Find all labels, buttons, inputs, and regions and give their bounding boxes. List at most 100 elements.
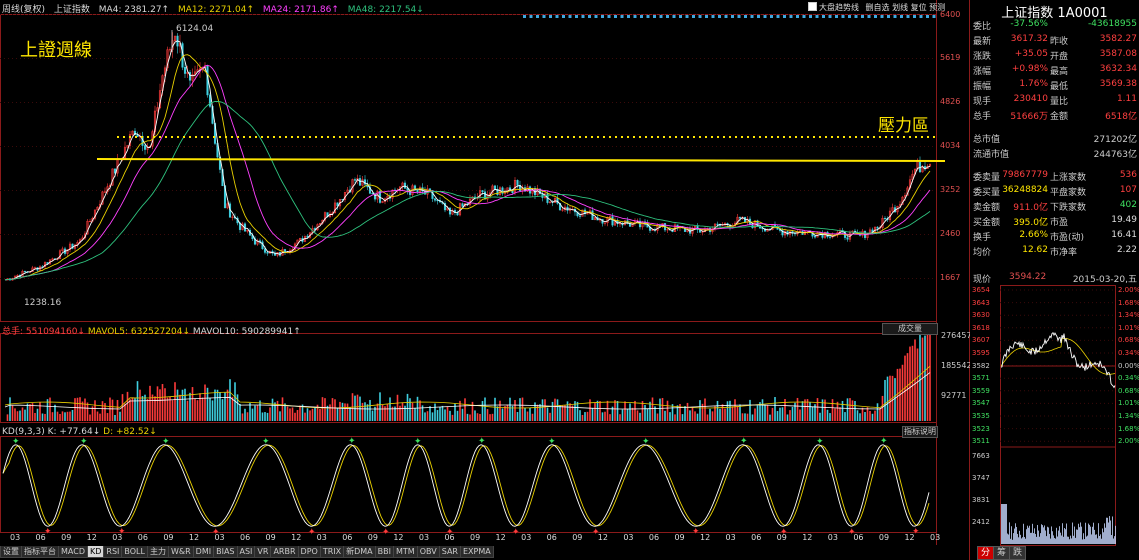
quote-value: 16.41 — [1111, 230, 1137, 240]
mini-volume-bar — [1011, 526, 1012, 544]
mini-volume-bar — [1037, 524, 1038, 544]
kd-sell-signal: ✦ — [414, 437, 422, 447]
annotation-pressure-zone: 壓力區 — [878, 116, 929, 136]
indicator-tab-dpo[interactable]: DPO — [297, 546, 321, 558]
indicator-tab-主力[interactable]: 主力 — [146, 546, 169, 558]
mini-volume-bar — [1065, 529, 1066, 544]
mini-volume-bar — [1105, 527, 1106, 544]
volume-bar — [686, 402, 689, 421]
indicator-tab-mtm[interactable]: MTM — [393, 546, 418, 558]
price-candle — [358, 178, 362, 186]
indicator-tab-sar[interactable]: SAR — [438, 546, 461, 558]
indicator-tab-trix[interactable]: TRIX — [319, 546, 345, 558]
volume-bar — [504, 406, 506, 421]
volume-bar — [644, 404, 646, 421]
indicator-tab-boll[interactable]: BOLL — [121, 546, 148, 558]
x-axis-label: 12 — [393, 533, 404, 542]
trendline-checkbox[interactable] — [808, 2, 817, 11]
volume-bar — [259, 400, 261, 421]
x-axis-label: 12 — [597, 533, 608, 542]
volume-bar — [586, 411, 589, 421]
chart-header: 周线(复权) 上证指数 MA4: 2381.27↑ MA12: 2271.04↑… — [2, 2, 430, 15]
mini-volume-bar — [1075, 537, 1076, 544]
volume-bar — [569, 403, 571, 421]
mini-volume-bar — [1003, 504, 1004, 544]
event-marker — [848, 15, 851, 18]
x-axis-label: 06 — [546, 533, 557, 542]
event-marker — [874, 15, 877, 18]
volume-bar — [396, 394, 399, 421]
indicator-tab-新dma[interactable]: 新DMA — [343, 546, 376, 558]
volume-bar — [771, 407, 774, 421]
indicator-tab-obv[interactable]: OBV — [416, 546, 440, 558]
quote-row: 涨跌 +35.05 开盘 3587.08 — [973, 48, 1137, 62]
event-marker — [607, 15, 611, 18]
event-marker — [893, 15, 897, 18]
volume-bar — [414, 407, 416, 421]
indicator-tab-expma[interactable]: EXPMA — [459, 546, 494, 558]
volume-bar — [381, 404, 384, 421]
indicator-tab-指标平台[interactable]: 指标平台 — [21, 546, 59, 558]
x-axis-label: 12 — [904, 533, 915, 542]
volume-bar — [54, 404, 56, 421]
volume-bar — [144, 394, 146, 421]
quote-value: 2.66% — [1019, 230, 1048, 240]
volume-bar — [149, 385, 151, 421]
indicator-tab-w&r[interactable]: W&R — [167, 546, 194, 558]
indicator-tab-dmi[interactable]: DMI — [192, 546, 215, 558]
volume-bar — [449, 410, 451, 421]
volume-bar — [444, 409, 446, 421]
mini-volume-bar — [1046, 536, 1047, 544]
event-marker — [659, 15, 663, 18]
x-axis-label: 12 — [188, 533, 200, 542]
volume-bar — [516, 412, 519, 421]
volume-bar — [341, 402, 344, 421]
volume-bar — [661, 397, 664, 421]
volume-bar — [461, 408, 464, 421]
volume-bar — [411, 402, 414, 421]
indicator-tab-bbi[interactable]: BBI — [374, 546, 394, 558]
mini-volume-bar — [1079, 527, 1080, 544]
volume-bar — [401, 402, 404, 421]
volume-bar — [761, 399, 764, 421]
volume-bar — [724, 408, 726, 421]
indicator-tab-arbr[interactable]: ARBR — [270, 546, 299, 558]
x-axis-label: 09 — [163, 533, 174, 542]
volume-bar — [86, 402, 89, 421]
volume-bar — [811, 406, 814, 421]
quote-value: 36248824 — [1002, 185, 1048, 195]
indicator-tab-asi[interactable]: ASI — [236, 546, 256, 558]
indicator-tab-kd[interactable]: KD — [86, 546, 105, 558]
main-chart-canvas[interactable]: 6124.041238.16✦✦✦✦✦✦✦✦✦✦✦✦✦✦✦✦✦✦✦✦✦✦✦✦ — [0, 0, 970, 560]
volume-bar — [746, 413, 749, 421]
volume-bar — [404, 405, 406, 421]
x-axis-label: 03 — [10, 533, 21, 542]
kd-header: KD(9,3,3) K: +77.64↓ D: +82.52↓ — [2, 427, 157, 437]
volume-bar — [499, 400, 501, 421]
mini-volume-bar — [1085, 522, 1086, 544]
indicator-tab-vr[interactable]: VR — [254, 546, 272, 558]
indicator-tab-rsi[interactable]: RSI — [103, 546, 123, 558]
mini-volume-bar — [1068, 536, 1069, 544]
indicator-help-button[interactable]: 指标说明 — [902, 426, 938, 438]
trendline-label[interactable]: 大盘趋势线 — [819, 3, 859, 12]
volume-bar — [84, 398, 86, 421]
volume-indicator-button[interactable]: 成交量 — [882, 323, 938, 335]
volume-bar — [41, 413, 44, 421]
mini-volume-bar — [1005, 504, 1006, 544]
indicator-tab-设置[interactable]: 设置 — [0, 546, 22, 558]
volume-bar — [399, 405, 401, 421]
volume-bar — [431, 412, 434, 421]
toolbar-actions[interactable]: 删自选 划线 复位 预测 — [866, 3, 946, 12]
indicator-tab-macd[interactable]: MACD — [58, 546, 88, 558]
volume-bar — [844, 412, 846, 421]
indicator-tab-bias[interactable]: BIAS — [213, 546, 238, 558]
mini-volume-bar — [1090, 526, 1091, 544]
mini-volume-bar — [1042, 525, 1043, 544]
volume-bar — [56, 411, 59, 421]
volume-bar — [296, 410, 299, 421]
mini-volume-bar — [1094, 529, 1095, 544]
mini-volume-bar — [1020, 534, 1021, 544]
quote-label: 总手 — [973, 112, 992, 122]
volume-bar — [736, 406, 739, 421]
